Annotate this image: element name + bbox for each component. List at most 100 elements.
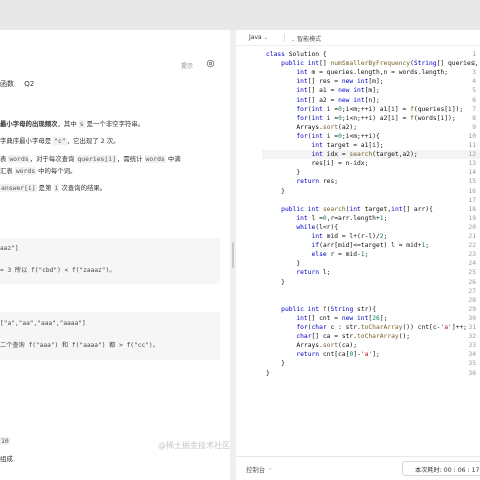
difficulty-badge: Q2: [24, 80, 35, 88]
example-1-line-1: aaz"]: [0, 245, 19, 252]
code-line: for(int i =0;i<m;++i){: [296, 132, 380, 140]
code-line: }: [266, 187, 285, 195]
code-line: char[] ca = str.toCharArray();: [296, 333, 411, 341]
desc-line-2: 字典序最小字母是 "c"，它出现了 2 次。: [0, 137, 120, 145]
line-number: 30: [468, 314, 476, 322]
line-number: 13: [468, 160, 476, 168]
code-line: public int f(String str){: [281, 305, 376, 313]
line-number: 21: [468, 233, 476, 240]
code-line: while(l<r){: [296, 223, 339, 231]
timer-display: 本次耗时: 00 : 06 : 17: [402, 461, 480, 476]
line-number: 24: [468, 260, 476, 268]
problem-title: 函数 Q2: [0, 79, 34, 89]
constraint-value: 10: [0, 437, 10, 445]
line-number: 8: [472, 114, 476, 122]
line-number: 26: [468, 278, 476, 286]
example-2-line-1: ["a","aa","aaa","aaaa"]: [0, 320, 86, 327]
code-line: }: [266, 169, 301, 177]
line-number: 29: [468, 305, 476, 313]
code-line: public int search(int target,int[] arr){: [281, 205, 433, 213]
example-1-box: aaz"] = 3 所以 f("cbd") < f("zaaaz")。: [0, 238, 220, 284]
line-number: 36: [468, 369, 476, 377]
language-label: Java: [249, 34, 262, 41]
code-line: return res;: [296, 178, 339, 186]
line-number: 33: [468, 342, 476, 350]
line-number: 25: [468, 269, 476, 277]
desc-line-3: 表 words，对于每次查询 queries[i]，需统计 words 中满: [0, 155, 181, 163]
code-line: if(arr[mid]<=target) l = mid+1;: [311, 242, 430, 250]
line-number: 28: [468, 296, 476, 304]
code-line: int idx = search(target,a2);: [311, 151, 418, 159]
code-line: }: [266, 369, 270, 377]
code-line: int[] a2 = new int[n];: [296, 96, 380, 104]
line-number: 11: [468, 142, 476, 149]
console-toggle[interactable]: 控制台 ⌃: [246, 465, 272, 474]
code-line: int l =0,r=arr.length+1;: [296, 214, 388, 222]
example-1-line-2: = 3 所以 f("cbd") < f("zaaaz")。: [0, 267, 116, 274]
splitter-grip[interactable]: [232, 242, 234, 268]
line-number: 15: [468, 178, 476, 186]
code-line: int target = a1[i];: [311, 142, 384, 149]
code-editor[interactable]: 1 class Solution {2 public int[] numSmall…: [236, 48, 480, 378]
line-number: 6: [472, 96, 476, 104]
code-line: int m = queries.length,n = words.length;: [296, 69, 448, 77]
line-number: 12: [468, 151, 476, 159]
hint-link[interactable]: 提示: [181, 61, 193, 70]
problem-panel: 提示 函数 Q2 最小字母的出现频次，其中 s 是一个非空字符串。 字典序最小字…: [0, 30, 230, 480]
console-bar: 控制台 ⌃ 本次耗时: 00 : 06 : 17: [236, 456, 480, 480]
code-line: }: [266, 360, 285, 368]
code-line: }: [266, 278, 285, 286]
line-number: 3: [472, 69, 476, 77]
watermark: @稀土掘金技术社区: [158, 441, 230, 450]
code-line: return l;: [296, 269, 331, 277]
example-2-box: ["a","aa","aaa","aaaa"] 二个查询 f("aaa") 和 …: [0, 312, 220, 360]
toolbar-divider: [284, 34, 285, 42]
editor-panel: Java ⌄ ⌄ 智能模式 1 class Solution {2 public i…: [236, 30, 480, 480]
line-number: 5: [472, 87, 476, 95]
line-number: 22: [468, 242, 476, 250]
chevron-up-icon: ⌃: [268, 468, 273, 474]
code-line: res[i] = n-idx;: [266, 160, 369, 168]
mode-select[interactable]: ⌄ 智能模式: [290, 34, 321, 43]
code-line: for(int i =0;i<n;++i) a2[i] = f(words[i]…: [296, 114, 456, 122]
line-number: 20: [468, 223, 476, 231]
code-line: else r = mid-1;: [311, 251, 369, 259]
code-line: class Solution {: [266, 51, 327, 58]
settings-icon[interactable]: [206, 59, 215, 68]
code-line: int mid = l+(r-l)/2;: [311, 233, 388, 240]
code-line: for(char c : str.toCharArray()) cnt[c-'a…: [296, 324, 467, 331]
line-number: 10: [468, 132, 476, 140]
code-line: int[] a1 = new int[m];: [296, 87, 380, 95]
line-number: 4: [472, 78, 476, 86]
line-number: 27: [468, 287, 476, 295]
line-number: 9: [472, 123, 476, 131]
line-number: 1: [472, 51, 476, 58]
code-line: Arrays.sort(ca);: [266, 342, 358, 350]
constraint-line-2: 组成: [0, 455, 13, 463]
line-number: 18: [468, 205, 476, 213]
chevron-down-icon: ⌄: [263, 35, 268, 41]
code-line: for(int i =0;i<m;++i) a1[i] = f(queries[…: [296, 105, 464, 113]
line-number: 16: [468, 187, 476, 195]
code-line: return cnt[ca[0]-'a'];: [296, 351, 380, 359]
code-line: }: [266, 260, 301, 268]
line-number: 14: [468, 169, 476, 177]
console-label: 控制台: [246, 466, 266, 474]
code-line: int[] res = new int[m];: [296, 78, 384, 86]
line-number: 17: [468, 196, 476, 204]
line-number: 19: [468, 214, 476, 222]
constraint-line: 10: [0, 437, 10, 445]
desc-line-1: 最小字母的出现频次，其中 s 是一个非空字符串。: [0, 120, 145, 128]
example-2-line-2: 二个查询 f("aaa") 和 f("aaaa") 都 > f("cc")。: [0, 342, 159, 349]
code-line: int[] cnt = new int[26];: [296, 314, 388, 322]
title-fragment: 函数: [0, 80, 14, 88]
mode-label: 智能模式: [297, 36, 322, 43]
desc-line-5: answer[i] 是第 i 次查询的结果。: [0, 184, 107, 192]
chevron-down-icon: ⌄: [291, 37, 296, 43]
editor-toolbar: Java ⌄ ⌄ 智能模式: [236, 30, 480, 46]
line-number: 35: [468, 360, 476, 368]
code-line: public int[] numSmallerByFrequency(Strin…: [281, 60, 480, 68]
desc-line-4: 汇表 words 中的每个词。: [0, 167, 77, 175]
language-select[interactable]: Java ⌄: [249, 34, 268, 41]
line-number: 23: [468, 251, 476, 259]
